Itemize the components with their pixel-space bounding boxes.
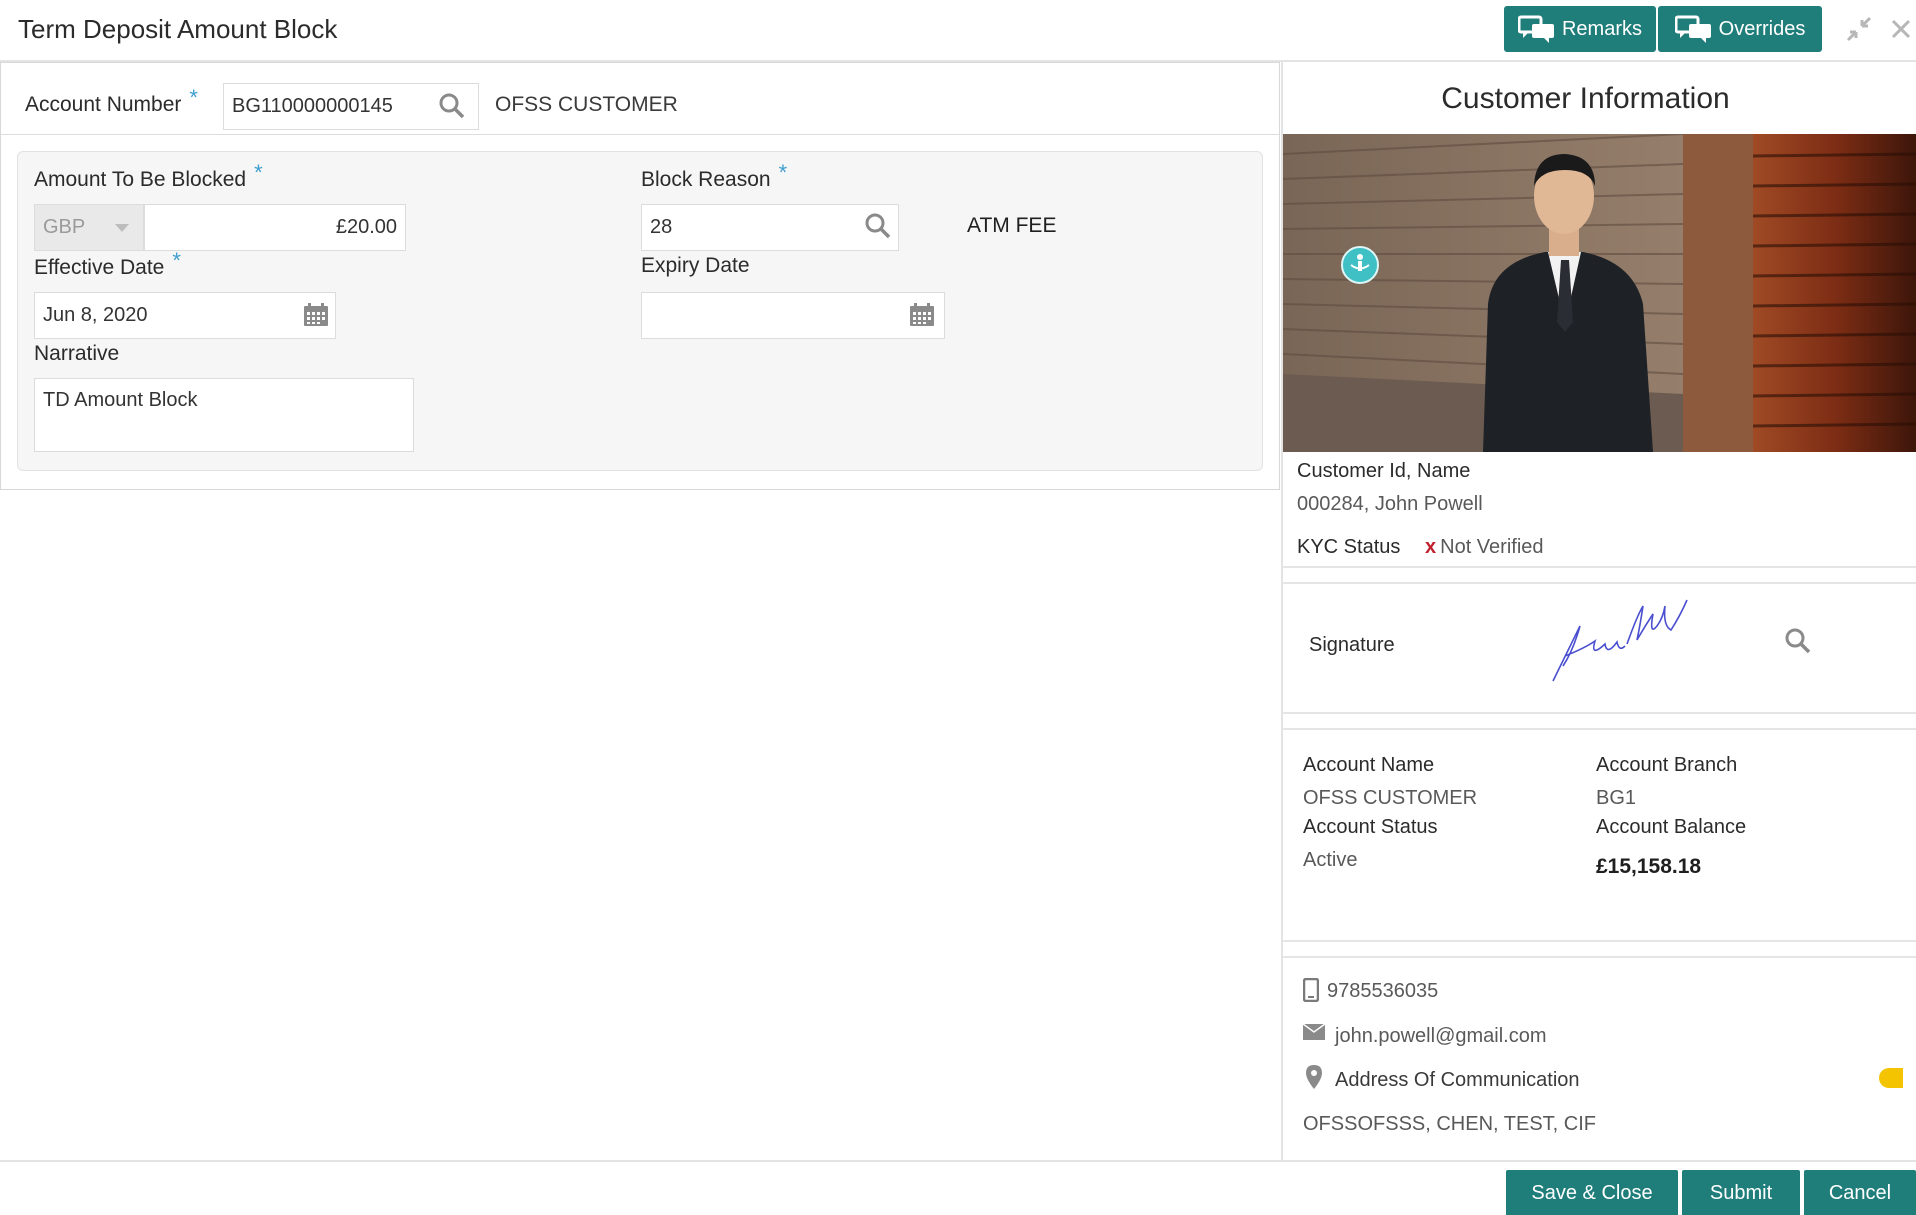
required-mark: * xyxy=(172,248,181,273)
app-header: Term Deposit Amount Block Remarks Overri… xyxy=(0,0,1916,62)
page-title: Term Deposit Amount Block xyxy=(18,14,338,44)
account-branch-value: BG1 xyxy=(1596,787,1637,809)
account-number-label-text: Account Number xyxy=(25,93,182,116)
customer-photo xyxy=(1283,134,1916,452)
kyc-status-value: x Not Verified xyxy=(1425,536,1544,559)
account-number-value: BG110000000145 xyxy=(232,95,393,117)
block-reason-label: Block Reason * xyxy=(641,160,787,192)
search-icon[interactable] xyxy=(439,93,465,119)
divider xyxy=(1283,728,1916,730)
required-mark: * xyxy=(254,160,263,185)
search-icon[interactable] xyxy=(865,213,891,239)
cancel-button[interactable]: Cancel xyxy=(1804,1170,1916,1215)
account-number-label: Account Number * xyxy=(25,85,198,117)
account-balance-value: £15,158.18 xyxy=(1596,855,1702,878)
amount-label: Amount To Be Blocked * xyxy=(34,160,263,192)
kyc-x-icon: x xyxy=(1425,536,1437,558)
phone-icon xyxy=(1303,978,1319,1002)
email-value: john.powell@gmail.com xyxy=(1335,1025,1547,1047)
kyc-status-text: Not Verified xyxy=(1440,536,1544,558)
narrative-value: TD Amount Block xyxy=(43,389,198,411)
submit-button[interactable]: Submit xyxy=(1682,1170,1800,1215)
overrides-button[interactable]: Overrides xyxy=(1658,6,1822,52)
location-icon xyxy=(1306,1065,1322,1089)
effective-date-label-text: Effective Date xyxy=(34,256,165,279)
divider xyxy=(1283,712,1916,714)
customer-id-name-value: 000284, John Powell xyxy=(1297,493,1483,515)
account-row: Account Number * BG110000000145 OFSS CUST… xyxy=(1,63,1279,135)
address-toggle[interactable] xyxy=(1879,1068,1903,1088)
expiry-date-label-text: Expiry Date xyxy=(641,254,750,277)
address-label: Address Of Communication xyxy=(1335,1069,1580,1091)
close-icon[interactable] xyxy=(1886,14,1916,44)
account-name-label: Account Name xyxy=(1303,754,1435,776)
account-customer-name: OFSS CUSTOMER xyxy=(495,93,678,116)
divider xyxy=(1283,940,1916,942)
signature-image xyxy=(1552,599,1688,682)
expiry-date-input[interactable] xyxy=(641,292,945,339)
block-reason-description: ATM FEE xyxy=(967,214,1057,237)
block-reason-input[interactable]: 28 xyxy=(641,204,899,251)
divider xyxy=(1283,582,1916,584)
effective-date-input[interactable]: Jun 8, 2020 xyxy=(34,292,336,339)
signature-label: Signature xyxy=(1309,634,1395,656)
currency-value: GBP xyxy=(43,216,86,238)
account-branch-label: Account Branch xyxy=(1596,754,1738,776)
account-status-label: Account Status xyxy=(1303,816,1438,838)
kyc-status-label: KYC Status xyxy=(1297,536,1401,558)
remarks-label: Remarks xyxy=(1561,17,1642,40)
signature-search-icon[interactable] xyxy=(1785,628,1811,654)
minimize-icon[interactable] xyxy=(1844,14,1874,44)
footer-bar: Save & Close Submit Cancel xyxy=(0,1160,1916,1215)
required-mark: * xyxy=(778,160,788,185)
calendar-icon[interactable] xyxy=(909,303,935,327)
amount-label-text: Amount To Be Blocked xyxy=(34,168,247,191)
expiry-date-label: Expiry Date xyxy=(641,254,750,278)
block-form: Account Number * BG110000000145 OFSS CUST… xyxy=(0,62,1280,490)
email-icon xyxy=(1303,1024,1325,1040)
amount-value: £20.00 xyxy=(335,216,397,238)
required-mark: * xyxy=(189,85,198,110)
customer-id-name-label: Customer Id, Name xyxy=(1297,460,1471,482)
currency-select[interactable]: GBP xyxy=(34,204,144,251)
narrative-label: Narrative xyxy=(34,342,120,365)
chat-icon xyxy=(1517,15,1554,43)
block-reason-label-text: Block Reason xyxy=(641,168,771,191)
save-close-button[interactable]: Save & Close xyxy=(1506,1170,1678,1215)
address-value: OFSSOFSSS, CHEN, TEST, CIF xyxy=(1303,1113,1597,1135)
phone-value: 9785536035 xyxy=(1327,980,1439,1002)
chat-icon xyxy=(1674,15,1711,43)
overrides-label: Overrides xyxy=(1718,17,1806,40)
amount-input[interactable]: £20.00 xyxy=(144,204,406,251)
block-details-panel: Amount To Be Blocked * GBP £20.00 Block R… xyxy=(17,151,1263,471)
effective-date-value: Jun 8, 2020 xyxy=(43,304,148,326)
calendar-icon[interactable] xyxy=(303,303,329,327)
narrative-textarea[interactable]: TD Amount Block xyxy=(34,378,414,452)
effective-date-label: Effective Date * xyxy=(34,248,181,280)
account-status-value: Active xyxy=(1303,849,1358,871)
divider xyxy=(1283,566,1916,568)
divider xyxy=(1283,956,1916,958)
account-name-value: OFSS CUSTOMER xyxy=(1303,787,1478,809)
account-balance-label: Account Balance xyxy=(1596,816,1747,838)
customer-info-title: Customer Information xyxy=(1441,82,1730,115)
block-reason-value: 28 xyxy=(650,216,673,238)
chevron-down-icon xyxy=(115,224,129,232)
remarks-button[interactable]: Remarks xyxy=(1504,6,1656,52)
customer-info-panel: Customer Information Customer Id, Name 0… xyxy=(1281,62,1916,1160)
accessibility-icon[interactable] xyxy=(1341,246,1379,284)
